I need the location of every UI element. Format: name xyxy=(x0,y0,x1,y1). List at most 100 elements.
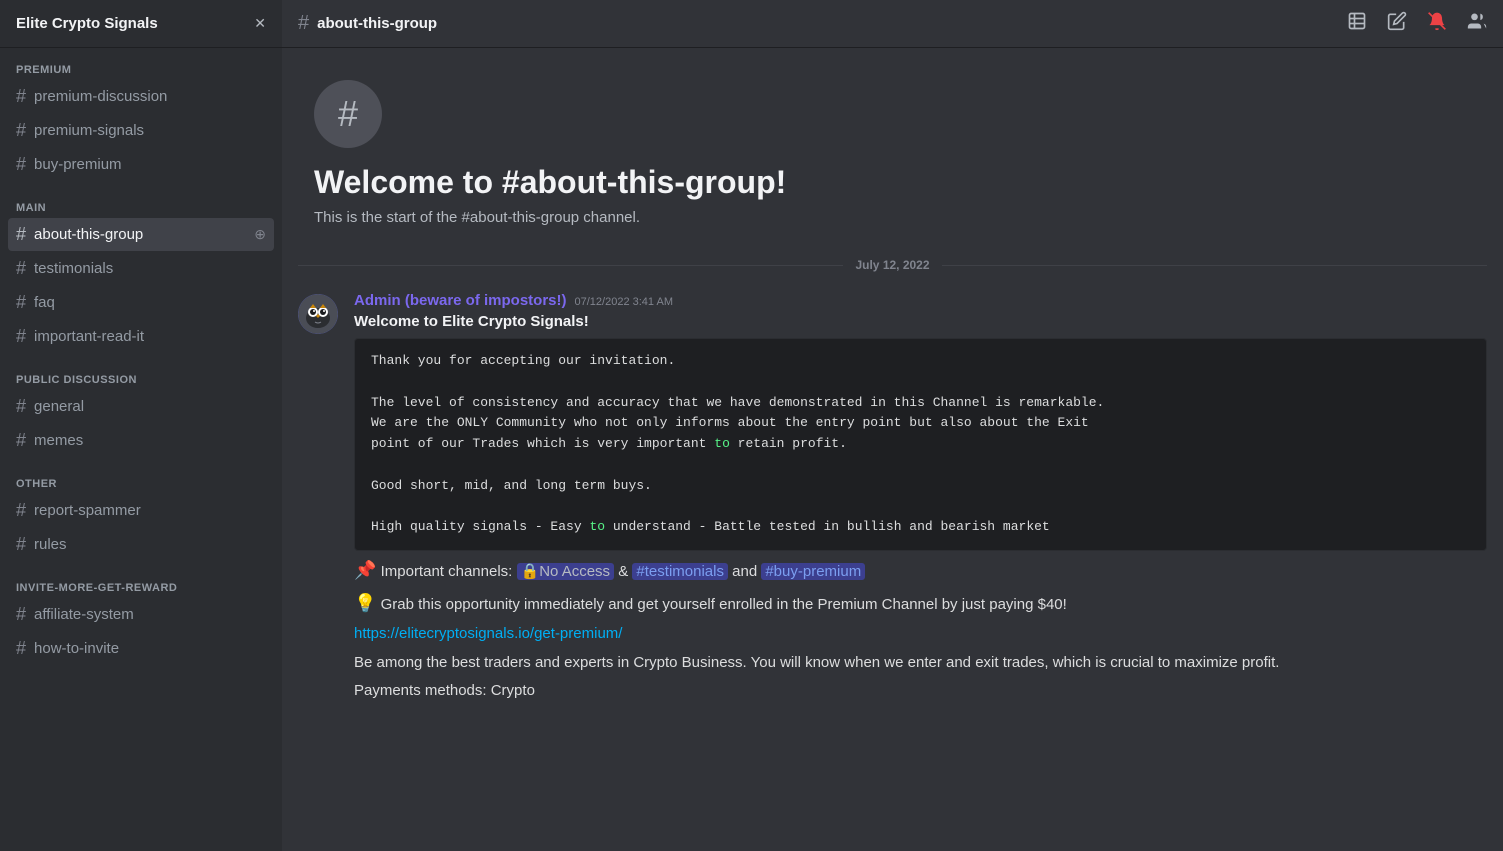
sidebar-item-general[interactable]: # general xyxy=(8,390,274,423)
testimonials-mention[interactable]: #testimonials xyxy=(632,563,728,580)
highlight-to-1: to xyxy=(714,436,730,451)
bulb-emoji: 💡 xyxy=(354,593,376,613)
message-bold-line: Welcome to Elite Crypto Signals! xyxy=(354,313,1487,330)
topbar: # about-this-group xyxy=(282,0,1503,48)
hash-icon: # xyxy=(16,292,26,313)
hash-icon: # xyxy=(16,224,26,245)
message-group: Admin (beware of impostors!) 07/12/2022 … xyxy=(298,288,1487,713)
sidebar-item-how-to-invite[interactable]: # how-to-invite xyxy=(8,632,274,665)
hash-icon: # xyxy=(16,120,26,141)
premium-link[interactable]: https://elitecryptosignals.io/get-premiu… xyxy=(354,625,622,642)
no-access-mention[interactable]: 🔒No Access xyxy=(517,563,615,580)
channel-label: premium-discussion xyxy=(34,88,266,105)
channel-label: about-this-group xyxy=(34,226,250,243)
hash-icon: # xyxy=(16,638,26,659)
members-icon[interactable] xyxy=(1467,11,1487,36)
sidebar-item-testimonials[interactable]: # testimonials xyxy=(8,252,274,285)
sidebar-section-3: OTHER # report-spammer # rules xyxy=(0,462,282,566)
sidebar-item-report-spammer[interactable]: # report-spammer xyxy=(8,494,274,527)
hash-icon: # xyxy=(16,396,26,417)
hash-icon: # xyxy=(16,604,26,625)
message-important-channels: 📌 Important channels: 🔒No Access & #test… xyxy=(354,557,1487,584)
opportunity-text: Grab this opportunity immediately and ge… xyxy=(381,596,1067,613)
edit-icon[interactable] xyxy=(1387,11,1407,36)
channel-label: buy-premium xyxy=(34,156,266,173)
sidebar-item-premium-discussion[interactable]: # premium-discussion xyxy=(8,80,274,113)
chevron-down-icon: ✕ xyxy=(254,15,266,32)
be-among-text: Be among the best traders and experts in… xyxy=(354,654,1279,671)
hash-icon: # xyxy=(16,326,26,347)
avatar xyxy=(298,294,338,334)
channel-label: report-spammer xyxy=(34,502,266,519)
sidebar-section-2: PUBLIC DISCUSSION # general # memes xyxy=(0,358,282,462)
hash-icon: # xyxy=(16,258,26,279)
ampersand-separator: & xyxy=(618,563,632,580)
hash-icon: # xyxy=(16,430,26,451)
sidebar-item-affiliate-system[interactable]: # affiliate-system xyxy=(8,598,274,631)
section-label-3[interactable]: OTHER xyxy=(8,478,274,490)
channel-header: # Welcome to #about-this-group! This is … xyxy=(298,48,1487,242)
channel-label: important-read-it xyxy=(34,328,266,345)
channel-label: faq xyxy=(34,294,266,311)
message-content: Admin (beware of impostors!) 07/12/2022 … xyxy=(354,292,1487,709)
sidebar-section-4: INVITE-MORE-GET-REWARD#affiliate-system#… xyxy=(0,566,282,670)
hash-icon: # xyxy=(16,534,26,555)
channel-welcome-sub: This is the start of the #about-this-gro… xyxy=(314,209,1471,226)
sidebar-item-faq[interactable]: # faq xyxy=(8,286,274,319)
sidebar-item-important-read-it[interactable]: # important-read-it xyxy=(8,320,274,353)
channel-label: memes xyxy=(34,432,266,449)
message-payments: Payments methods: Crypto xyxy=(354,680,1487,703)
hash-icon: # xyxy=(16,86,26,107)
date-divider: July 12, 2022 xyxy=(298,258,1487,272)
and-separator: and xyxy=(732,563,761,580)
channel-label: how-to-invite xyxy=(34,640,266,657)
hash-icon: # xyxy=(16,500,26,521)
pushpin-emoji: 📌 xyxy=(354,560,376,580)
message-header: Admin (beware of impostors!) 07/12/2022 … xyxy=(354,292,1487,309)
sidebar-section-1: MAIN#about-this-group⊕#testimonials#faq#… xyxy=(0,186,282,358)
date-divider-text: July 12, 2022 xyxy=(855,258,929,272)
channel-label: rules xyxy=(34,536,266,553)
channel-label: premium-signals xyxy=(34,122,266,139)
hash-icon: # xyxy=(16,154,26,175)
message-link-container: https://elitecryptosignals.io/get-premiu… xyxy=(354,623,1487,646)
important-channels-text: Important channels: xyxy=(381,563,517,580)
section-label-2[interactable]: PUBLIC DISCUSSION xyxy=(8,374,274,386)
topbar-icons xyxy=(1347,11,1487,36)
channel-welcome-title: Welcome to #about-this-group! xyxy=(314,164,1471,201)
channel-icon: # xyxy=(314,80,382,148)
server-header[interactable]: Elite Crypto Signals ✕ xyxy=(0,0,282,48)
divider-line-left xyxy=(298,265,843,266)
sidebar-item-premium-signals[interactable]: # premium-signals xyxy=(8,114,274,147)
sidebar-section-0: PREMIUM # premium-discussion # premium-signa… xyxy=(0,48,282,186)
message-opportunity: 💡 Grab this opportunity immediately and … xyxy=(354,590,1487,617)
sidebar-item-rules[interactable]: # rules xyxy=(8,528,274,561)
sidebar: Elite Crypto Signals ✕ PREMIUM # premium-d… xyxy=(0,0,282,851)
main-content: # about-this-group # xyxy=(282,0,1503,851)
section-label-0[interactable]: PREMIUM xyxy=(8,64,274,76)
hash-icon: # xyxy=(298,12,309,35)
payments-text: Payments methods: Crypto xyxy=(354,682,535,699)
buy-premium-mention[interactable]: #buy-premium xyxy=(761,563,865,580)
messages-area: # Welcome to #about-this-group! This is … xyxy=(282,48,1503,851)
threads-icon[interactable] xyxy=(1347,11,1367,36)
message-be-among: Be among the best traders and experts in… xyxy=(354,652,1487,675)
section-label-1[interactable]: MAIN xyxy=(8,202,274,214)
sidebar-item-buy-premium[interactable]: # buy-premium xyxy=(8,148,274,181)
channel-label: testimonials xyxy=(34,260,266,277)
channel-label: affiliate-system xyxy=(34,606,266,623)
sidebar-item-memes[interactable]: # memes xyxy=(8,424,274,457)
hash-icon-large: # xyxy=(338,93,358,135)
section-label-4[interactable]: INVITE-MORE-GET-REWARD xyxy=(8,582,274,594)
message-code-block: Thank you for accepting our invitation. … xyxy=(354,338,1487,551)
notification-icon[interactable] xyxy=(1427,11,1447,36)
server-name: Elite Crypto Signals xyxy=(16,15,158,32)
topbar-channel-name: about-this-group xyxy=(317,15,437,32)
add-member-icon[interactable]: ⊕ xyxy=(254,226,266,243)
highlight-to-2: to xyxy=(589,519,605,534)
message-timestamp: 07/12/2022 3:41 AM xyxy=(575,296,673,308)
message-author: Admin (beware of impostors!) xyxy=(354,292,567,309)
sidebar-item-about-this-group[interactable]: # about-this-group⊕ xyxy=(8,218,274,251)
divider-line-right xyxy=(942,265,1487,266)
channel-label: general xyxy=(34,398,266,415)
